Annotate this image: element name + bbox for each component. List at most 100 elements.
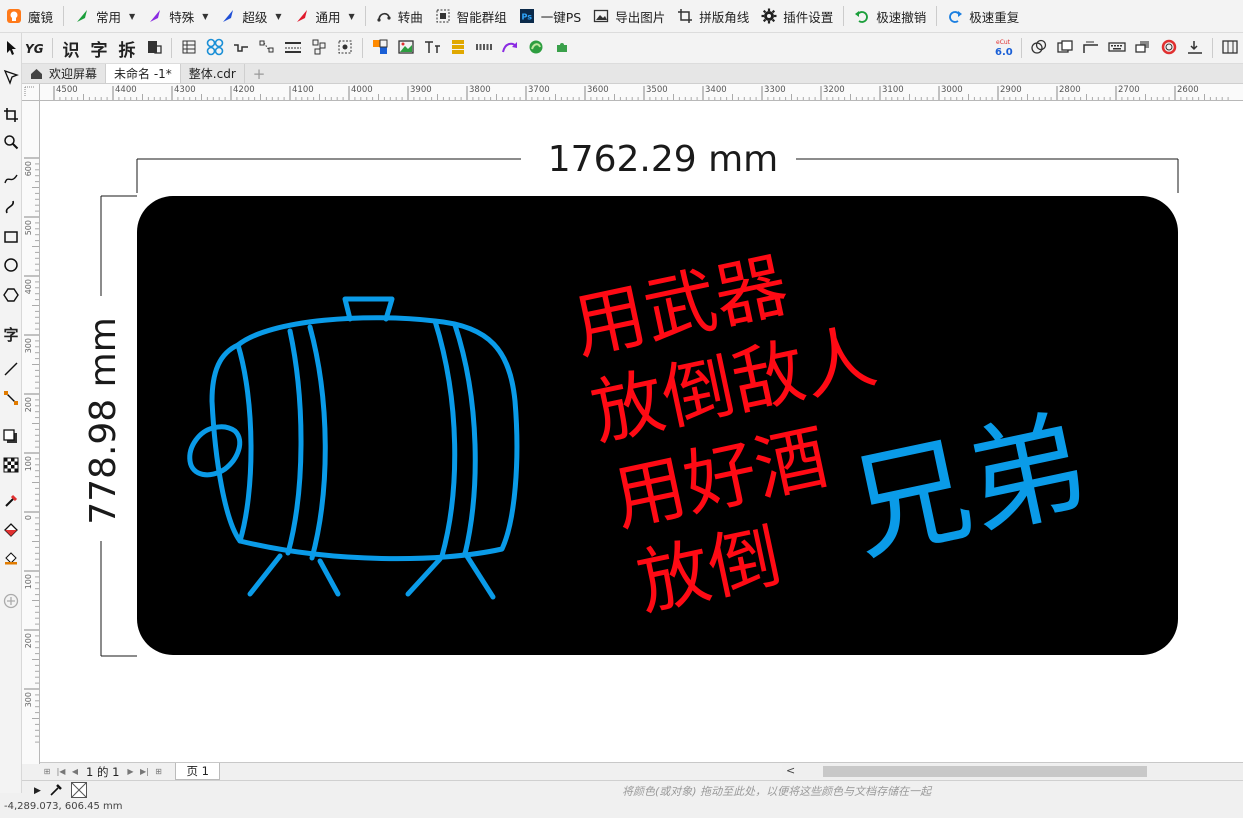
puzzle-plugin-button[interactable]	[550, 36, 574, 60]
shape-tool[interactable]	[1, 67, 21, 89]
keyboard-button[interactable]	[1105, 36, 1129, 60]
text-tool[interactable]: 字	[1, 323, 21, 345]
image-adjust-button[interactable]	[394, 36, 418, 60]
smart-fill-tool[interactable]	[1, 547, 21, 569]
align-nodes-button[interactable]	[255, 36, 279, 60]
ruler-label: 3600	[587, 85, 609, 95]
convert-curve-button[interactable]: 转曲	[370, 0, 429, 33]
parallel-dimension-tool[interactable]	[1, 359, 21, 381]
dimension-tool-button[interactable]	[420, 36, 444, 60]
first-page-icon[interactable]: |◀	[55, 766, 67, 778]
crop-tool[interactable]	[1, 105, 21, 127]
app-logo-icon	[6, 8, 22, 24]
last-page-icon[interactable]: ▶|	[138, 766, 150, 778]
drop-shadow-tool[interactable]	[1, 427, 21, 449]
page-add-end-icon[interactable]: ⊞	[152, 766, 164, 778]
smart-group-label: 智能群组	[456, 9, 507, 25]
menu-general-label: 通用	[315, 9, 341, 25]
interactive-fill-tool[interactable]	[1, 519, 21, 541]
ruler-label: 4300	[174, 85, 196, 95]
eyedropper-small-icon[interactable]	[49, 783, 63, 800]
ruler-corner[interactable]	[22, 84, 40, 101]
chevron-down-icon: ▼	[129, 11, 136, 21]
menu-general-button[interactable]: 通用 ▼	[288, 0, 361, 33]
table-button[interactable]	[177, 36, 201, 60]
doc-stamp-button[interactable]	[142, 36, 166, 60]
tab-zhengti[interactable]: 整体.cdr	[181, 64, 245, 83]
tab-untitled[interactable]: 未命名 -1*	[106, 64, 181, 83]
scale-button[interactable]	[1079, 36, 1103, 60]
freehand-tool[interactable]	[1, 169, 21, 191]
crop-marks-icon	[677, 8, 693, 24]
export-image-button[interactable]: 导出图片	[587, 0, 671, 33]
pointer-arrow-icon	[4, 40, 18, 59]
barcode-grid-button[interactable]	[446, 36, 470, 60]
fast-undo-button[interactable]: 极速撤销	[848, 0, 932, 33]
rectangle-tool[interactable]	[1, 227, 21, 249]
vertical-ruler[interactable]: 600 500 400 300 200 100 0 100 200 300	[22, 84, 40, 764]
blue-quill-icon	[220, 8, 236, 24]
convert-arrow-button[interactable]	[498, 36, 522, 60]
no-color-swatch[interactable]	[70, 781, 87, 801]
ruler-label: 3900	[410, 85, 432, 95]
menu-special-label: 特殊	[169, 9, 195, 25]
pick-tool[interactable]	[1, 38, 21, 60]
tab-welcome[interactable]: 欢迎屏幕	[22, 64, 107, 83]
distribute-button[interactable]	[281, 36, 305, 60]
artwork-svg: 1762.29 mm 778.98 mm 用武器 放倒敌人 用好酒 放倒 兄弟	[83, 139, 1179, 657]
curve-tool-button[interactable]	[229, 36, 253, 60]
recognize-text-button[interactable]: 识	[58, 36, 84, 61]
split-text-button[interactable]: 拆	[114, 36, 140, 61]
add-tool-button[interactable]	[1, 591, 21, 613]
menu-special-button[interactable]: 特殊 ▼	[141, 0, 214, 33]
fast-redo-button[interactable]: 极速重复	[941, 0, 1025, 33]
arrange-button[interactable]	[307, 36, 331, 60]
one-key-ps-button[interactable]: Ps 一键PS	[513, 0, 587, 33]
ruler-label: 4500	[56, 85, 78, 95]
keyboard-icon	[1108, 39, 1126, 58]
prev-page-icon[interactable]: ◀	[69, 766, 81, 778]
color-blocks-button[interactable]	[368, 36, 392, 60]
transparency-tool[interactable]	[1, 455, 21, 477]
app-menu-button[interactable]: 魔镜	[0, 0, 59, 33]
eyedropper-tool[interactable]	[1, 491, 21, 513]
ellipse-tool[interactable]	[1, 255, 21, 277]
document-tabs: 欢迎屏幕 未命名 -1* 整体.cdr +	[22, 64, 1243, 84]
horizontal-ruler[interactable]: 4500 4400 4300 4200 4100 4000 3900 3800 3700 3600…	[40, 84, 1243, 101]
zoom-tool[interactable]	[1, 132, 21, 154]
artistic-media-tool[interactable]	[1, 197, 21, 219]
ruler-label: 300	[24, 692, 33, 708]
menu-common-button[interactable]: 常用 ▼	[68, 0, 141, 33]
lifebuoy-button[interactable]	[1157, 36, 1181, 60]
select-region-button[interactable]	[333, 36, 357, 60]
toolbox: 字	[0, 33, 22, 793]
page-add-icon[interactable]: ⊞	[41, 766, 53, 778]
connector-tool[interactable]	[1, 388, 21, 410]
new-tab-button[interactable]: +	[245, 64, 274, 83]
horizontal-scrollbar-thumb[interactable]	[823, 766, 1147, 777]
crop-marks-button[interactable]: 拼版角线	[671, 0, 755, 33]
panel-toggle-button[interactable]	[1218, 36, 1242, 60]
text-tool-button[interactable]: 字	[86, 36, 112, 61]
yg-logo-button[interactable]: YG	[23, 36, 47, 60]
pattern-button[interactable]	[203, 36, 227, 60]
drawing-canvas[interactable]: 1762.29 mm 778.98 mm 用武器 放倒敌人 用好酒 放倒 兄弟	[40, 101, 1243, 762]
plugin-settings-button[interactable]: 插件设置	[755, 0, 839, 33]
redo-icon	[947, 8, 963, 24]
pattern-fill-button[interactable]	[472, 36, 496, 60]
next-page-icon[interactable]: ▶	[124, 766, 136, 778]
weld-button[interactable]	[1027, 36, 1051, 60]
polygon-tool[interactable]	[1, 285, 21, 307]
palette-hint: 将颜色(或对象) 拖动至此处，以便将这些颜色与文档存储在一起	[622, 785, 932, 798]
cut-plugin-button[interactable]: eCut 6.0	[992, 36, 1016, 60]
copy-pages-button[interactable]	[1053, 36, 1077, 60]
palette-menu-icon[interactable]: ▶	[34, 786, 41, 796]
ruler-label: 3200	[823, 85, 845, 95]
page-tab-1[interactable]: 页 1	[175, 763, 220, 780]
menu-super-button[interactable]: 超级 ▼	[214, 0, 287, 33]
coreldraw-logo-button[interactable]	[524, 36, 548, 60]
scroll-left-icon[interactable]: <	[786, 764, 795, 777]
smart-group-button[interactable]: 智能群组	[429, 0, 513, 33]
layers-button[interactable]	[1131, 36, 1155, 60]
export-page-button[interactable]	[1183, 36, 1207, 60]
